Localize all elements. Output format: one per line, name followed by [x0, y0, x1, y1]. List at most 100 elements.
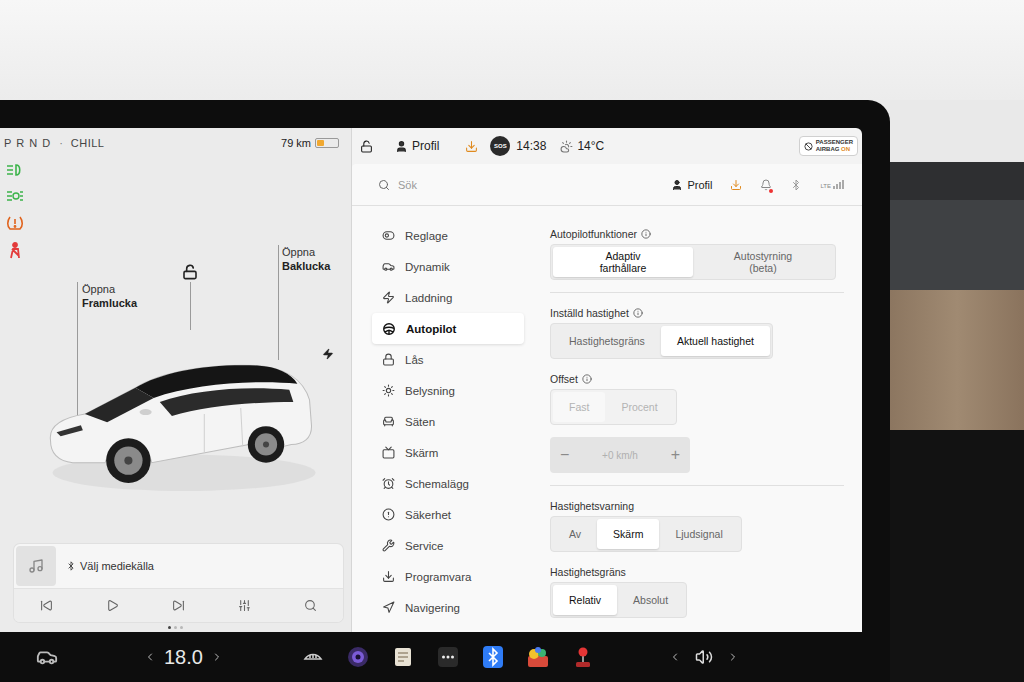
cabin-temperature[interactable]: 18.0: [164, 646, 203, 669]
arcade-button[interactable]: [571, 645, 595, 669]
car-icon[interactable]: [36, 646, 58, 668]
sidebar-item[interactable]: Reglage: [372, 220, 524, 251]
temp-down-icon[interactable]: [144, 651, 156, 663]
sidebar-item[interactable]: Schemalägg: [372, 468, 524, 499]
bottom-bar: 18.0: [0, 632, 890, 682]
menu-icon: [382, 601, 395, 614]
bluetooth-icon[interactable]: [790, 179, 802, 191]
profile-button[interactable]: Profil: [671, 179, 712, 191]
offset-stepper: −+0 km/h+: [550, 437, 690, 473]
segmented-control: HastighetsgränsAktuell hastighet: [550, 323, 773, 359]
page-dot[interactable]: [180, 626, 183, 629]
charge-port-button[interactable]: [322, 348, 334, 360]
notes-icon: [394, 647, 412, 667]
sidebar-item[interactable]: Service: [372, 530, 524, 561]
app-launcher: [301, 645, 595, 669]
segment-option[interactable]: Aktuell hastighet: [661, 326, 770, 356]
menu-icon: [382, 384, 395, 397]
sidebar-item[interactable]: Navigering: [372, 592, 524, 623]
segment-option[interactable]: Absolut: [617, 585, 684, 615]
menu-icon: [382, 570, 395, 583]
dashboard-panel: [890, 200, 1024, 290]
notes-button[interactable]: [391, 645, 415, 669]
sidebar-item[interactable]: Säkerhet: [372, 499, 524, 530]
bluetooth-app-icon: [483, 646, 503, 668]
volume-down-icon[interactable]: [669, 651, 681, 663]
equalizer-button[interactable]: [228, 595, 261, 616]
segmented-control: RelativAbsolut: [550, 582, 687, 618]
segment-option[interactable]: Relativ: [553, 585, 617, 615]
bluetooth-button[interactable]: [481, 645, 505, 669]
joystick-icon: [573, 646, 593, 668]
wall: [0, 0, 1024, 100]
search-icon: [378, 179, 390, 191]
segmented-control: FastProcent: [550, 389, 677, 425]
lock-status[interactable]: [360, 140, 373, 153]
car-interior: P R N D·CHILL79 kmÖppnaFramluckaÖppnaBak…: [0, 100, 1024, 682]
sidebar-item[interactable]: Dynamik: [372, 251, 524, 282]
segment-option[interactable]: Hastighetsgräns: [553, 326, 661, 356]
menu-icon: [382, 291, 395, 304]
segment-option[interactable]: Adaptiv farthållare: [553, 247, 693, 277]
airbag-status: PASSENGERAIRBAG ON: [799, 136, 858, 156]
update-indicator[interactable]: [465, 140, 478, 153]
download-icon[interactable]: [730, 179, 742, 191]
sidebar-item[interactable]: Lås: [372, 344, 524, 375]
media-source[interactable]: Välj mediekälla: [66, 560, 154, 572]
toybox-icon: [526, 646, 550, 668]
open-frunk-button[interactable]: ÖppnaFramlucka: [82, 282, 137, 310]
more-icon: [437, 646, 459, 668]
search-field[interactable]: Sök: [398, 179, 417, 191]
album-art: [16, 546, 56, 586]
wood-trim: [890, 290, 1024, 430]
media-source-row[interactable]: Välj mediekälla: [14, 544, 343, 588]
page-dot[interactable]: [174, 626, 177, 629]
sidebar-item[interactable]: Säten: [372, 406, 524, 437]
profile-icon: [395, 140, 408, 153]
media-search-button[interactable]: [294, 595, 327, 616]
speaker-icon[interactable]: [695, 648, 713, 666]
sos-button[interactable]: SOS: [490, 136, 510, 156]
info-icon[interactable]: [641, 229, 651, 239]
range: 79 km: [281, 137, 311, 149]
info-icon[interactable]: [633, 308, 643, 318]
more-apps-button[interactable]: [436, 645, 460, 669]
volume-control: [669, 648, 739, 666]
next-button[interactable]: [162, 595, 195, 616]
sidebar-item[interactable]: Laddning: [372, 282, 524, 313]
previous-button[interactable]: [30, 595, 63, 616]
toybox-button[interactable]: [526, 645, 550, 669]
indicators: [6, 162, 24, 260]
dashboard: [890, 100, 1024, 682]
segment-option: Fast: [553, 392, 605, 422]
notifications-button[interactable]: [760, 179, 772, 191]
weather: 14°C: [560, 139, 604, 153]
profile-button[interactable]: Profil: [395, 139, 439, 153]
sidebar-item[interactable]: Programvara: [372, 561, 524, 592]
bluetooth-icon: [66, 561, 76, 571]
car-panel: P R N D·CHILL79 kmÖppnaFramluckaÖppnaBak…: [0, 128, 352, 632]
settings: SökProfilLTEReglageDynamikLaddningAutopi…: [352, 164, 862, 632]
info-icon[interactable]: [582, 374, 592, 384]
setting-section: Inställd hastighetHastighetsgränsAktuell…: [550, 307, 844, 359]
sidebar-item[interactable]: Belysning: [372, 375, 524, 406]
sidebar-item[interactable]: Autopilot: [372, 313, 524, 344]
temp-up-icon[interactable]: [211, 651, 223, 663]
segment-option[interactable]: Av: [553, 519, 597, 549]
camera-button[interactable]: [346, 645, 370, 669]
defrost-button[interactable]: [301, 645, 325, 669]
volume-up-icon[interactable]: [727, 651, 739, 663]
menu-icon: [382, 508, 395, 521]
play-button[interactable]: [96, 595, 129, 616]
door-lock-button[interactable]: [182, 264, 198, 280]
sidebar-item[interactable]: Skärm: [372, 437, 524, 468]
play-icon: [106, 599, 119, 612]
segment-option[interactable]: Autostyrning (beta): [693, 247, 833, 277]
page-dot[interactable]: [168, 626, 171, 629]
menu-icon: [382, 229, 395, 242]
touchscreen: P R N D·CHILL79 kmÖppnaFramluckaÖppnaBak…: [0, 100, 890, 682]
segment-option[interactable]: Ljudsignal: [659, 519, 738, 549]
open-trunk-button[interactable]: ÖppnaBaklucka: [282, 245, 330, 273]
car-view: ÖppnaFramlucka ÖppnaBaklucka: [0, 158, 351, 544]
segment-option[interactable]: Skärm: [597, 519, 659, 549]
